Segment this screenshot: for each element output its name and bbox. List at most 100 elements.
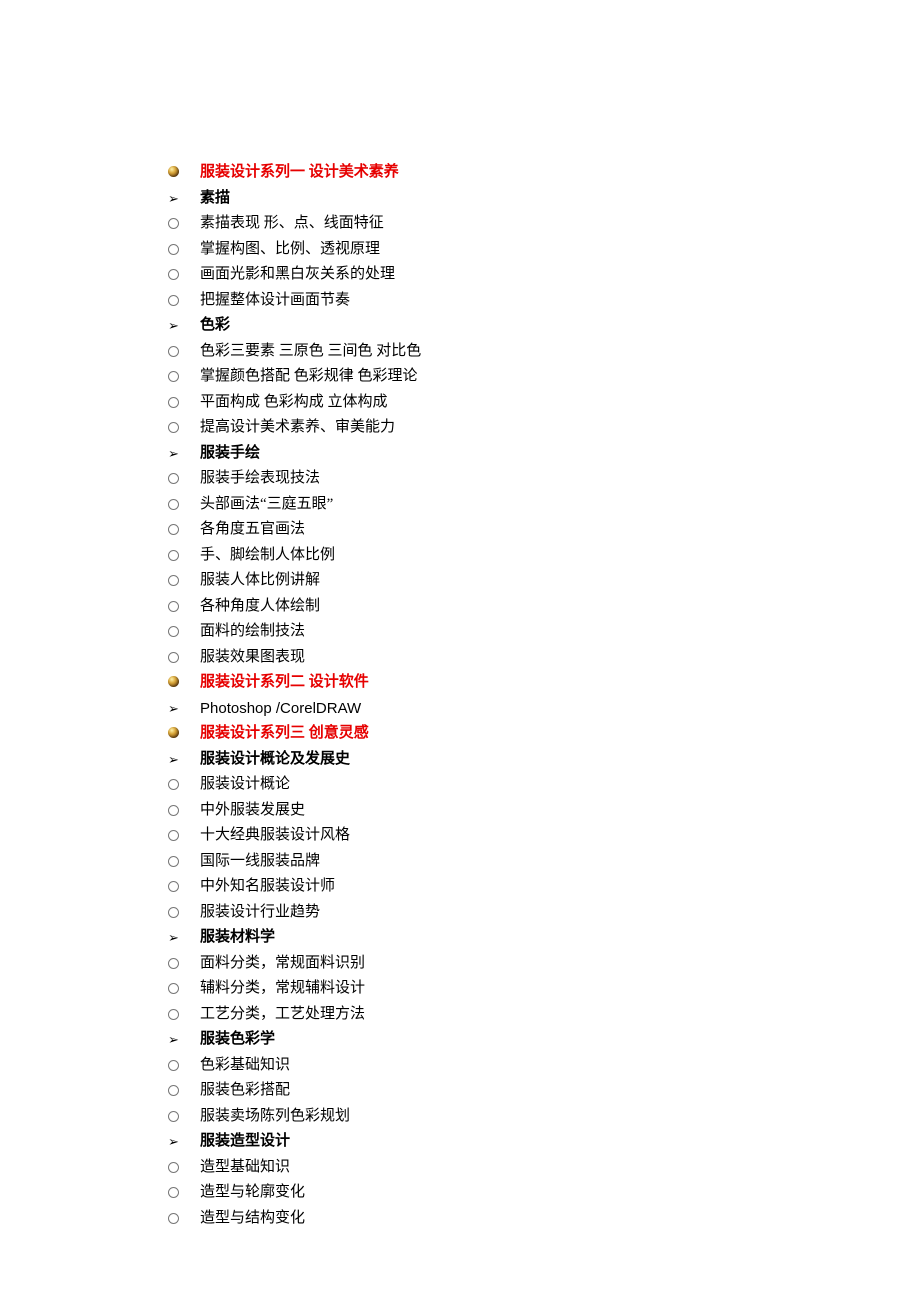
list-item: 国际一线服装品牌 (168, 849, 920, 875)
circle-bullet-icon (168, 1111, 179, 1122)
list-item: 掌握构图、比例、透视原理 (168, 237, 920, 263)
list-item-text: 面料分类，常规面料识别 (200, 951, 920, 977)
list-item: 服装卖场陈列色彩规划 (168, 1104, 920, 1130)
circle-bullet-icon (168, 269, 179, 280)
list-item-text: 头部画法“三庭五眼” (200, 492, 920, 518)
circle-bullet-icon (168, 1162, 179, 1173)
list-item: ➢素描 (168, 186, 920, 212)
circle-bullet-icon (168, 958, 179, 969)
list-item: 服装设计概论 (168, 772, 920, 798)
list-item-text: 服装效果图表现 (200, 645, 920, 671)
list-item-text: 色彩三要素 三原色 三间色 对比色 (200, 339, 920, 365)
circle-bullet-icon (168, 907, 179, 918)
list-item: 十大经典服装设计风格 (168, 823, 920, 849)
list-item: 服装设计系列一 设计美术素养 (168, 160, 920, 186)
circle-bullet-icon (168, 856, 179, 867)
list-item: 造型与结构变化 (168, 1206, 920, 1232)
list-item: 把握整体设计画面节奏 (168, 288, 920, 314)
list-item-text: 造型基础知识 (200, 1155, 920, 1181)
list-item: 造型基础知识 (168, 1155, 920, 1181)
list-item: ➢Photoshop /CorelDRAW (168, 696, 920, 722)
list-item: 各角度五官画法 (168, 517, 920, 543)
sphere-bullet-icon (168, 727, 179, 738)
list-item-text: Photoshop /CorelDRAW (200, 696, 920, 722)
list-item-text: 掌握构图、比例、透视原理 (200, 237, 920, 263)
circle-bullet-icon (168, 1060, 179, 1071)
sphere-bullet-icon (168, 676, 179, 687)
list-item-text: 色彩 (200, 313, 920, 339)
circle-bullet-icon (168, 652, 179, 663)
circle-bullet-icon (168, 499, 179, 510)
list-item: 服装手绘表现技法 (168, 466, 920, 492)
circle-bullet-icon (168, 983, 179, 994)
list-item-text: 服装色彩学 (200, 1027, 920, 1053)
list-item: 头部画法“三庭五眼” (168, 492, 920, 518)
circle-bullet-icon (168, 1187, 179, 1198)
list-item: ➢ 服装造型设计 (168, 1129, 920, 1155)
list-item: 服装色彩搭配 (168, 1078, 920, 1104)
circle-bullet-icon (168, 550, 179, 561)
circle-bullet-icon (168, 218, 179, 229)
circle-bullet-icon (168, 244, 179, 255)
list-item-text: 各种角度人体绘制 (200, 594, 920, 620)
arrow-bullet-icon: ➢ (168, 441, 179, 460)
circle-bullet-icon (168, 295, 179, 306)
list-item: 服装设计行业趋势 (168, 900, 920, 926)
circle-bullet-icon (168, 601, 179, 612)
circle-bullet-icon (168, 626, 179, 637)
list-item: 服装效果图表现 (168, 645, 920, 671)
list-item: ➢ 服装手绘 (168, 441, 920, 467)
arrow-bullet-icon: ➢ (168, 925, 179, 944)
list-item: 辅料分类，常规辅料设计 (168, 976, 920, 1002)
list-item-text: 服装造型设计 (200, 1129, 920, 1155)
list-item-text: 工艺分类，工艺处理方法 (200, 1002, 920, 1028)
list-item: 画面光影和黑白灰关系的处理 (168, 262, 920, 288)
list-item: 素描表现 形、点、线面特征 (168, 211, 920, 237)
list-item-text: 服装材料学 (200, 925, 920, 951)
arrow-bullet-icon: ➢ (168, 186, 179, 205)
list-item: 色彩三要素 三原色 三间色 对比色 (168, 339, 920, 365)
list-item: 提高设计美术素养、审美能力 (168, 415, 920, 441)
list-item-text: 服装卖场陈列色彩规划 (200, 1104, 920, 1130)
circle-bullet-icon (168, 524, 179, 535)
arrow-bullet-icon: ➢ (168, 747, 179, 766)
list-item-text: 把握整体设计画面节奏 (200, 288, 920, 314)
list-item: 手、脚绘制人体比例 (168, 543, 920, 569)
list-item: 服装设计系列二 设计软件 (168, 670, 920, 696)
list-item: 服装设计系列三 创意灵感 (168, 721, 920, 747)
list-item: 中外服装发展史 (168, 798, 920, 824)
list-item-text: 服装色彩搭配 (200, 1078, 920, 1104)
list-item: 服装人体比例讲解 (168, 568, 920, 594)
list-item: ➢ 服装材料学 (168, 925, 920, 951)
list-item-text: 服装手绘 (200, 441, 920, 467)
list-item-text: 服装设计行业趋势 (200, 900, 920, 926)
arrow-bullet-icon: ➢ (168, 313, 179, 332)
list-item-text: 造型与结构变化 (200, 1206, 920, 1232)
list-item-text: 服装人体比例讲解 (200, 568, 920, 594)
list-item-text: 服装手绘表现技法 (200, 466, 920, 492)
circle-bullet-icon (168, 1009, 179, 1020)
circle-bullet-icon (168, 881, 179, 892)
list-item: 色彩基础知识 (168, 1053, 920, 1079)
circle-bullet-icon (168, 830, 179, 841)
list-item-text: 素描表现 形、点、线面特征 (200, 211, 920, 237)
list-item-text: 服装设计系列一 设计美术素养 (200, 160, 920, 186)
circle-bullet-icon (168, 1213, 179, 1224)
list-item-text: 色彩基础知识 (200, 1053, 920, 1079)
list-item: 造型与轮廓变化 (168, 1180, 920, 1206)
list-item-text: 造型与轮廓变化 (200, 1180, 920, 1206)
arrow-bullet-icon: ➢ (168, 1129, 179, 1148)
circle-bullet-icon (168, 422, 179, 433)
circle-bullet-icon (168, 1085, 179, 1096)
list-item: ➢服装设计概论及发展史 (168, 747, 920, 773)
list-item: 面料的绘制技法 (168, 619, 920, 645)
list-item-text: 服装设计系列二 设计软件 (200, 670, 920, 696)
list-item: ➢ 色彩 (168, 313, 920, 339)
list-item-text: 提高设计美术素养、审美能力 (200, 415, 920, 441)
list-item-text: 各角度五官画法 (200, 517, 920, 543)
list-item-text: 国际一线服装品牌 (200, 849, 920, 875)
list-item-text: 面料的绘制技法 (200, 619, 920, 645)
list-item: 掌握颜色搭配 色彩规律 色彩理论 (168, 364, 920, 390)
circle-bullet-icon (168, 397, 179, 408)
list-item: 平面构成 色彩构成 立体构成 (168, 390, 920, 416)
